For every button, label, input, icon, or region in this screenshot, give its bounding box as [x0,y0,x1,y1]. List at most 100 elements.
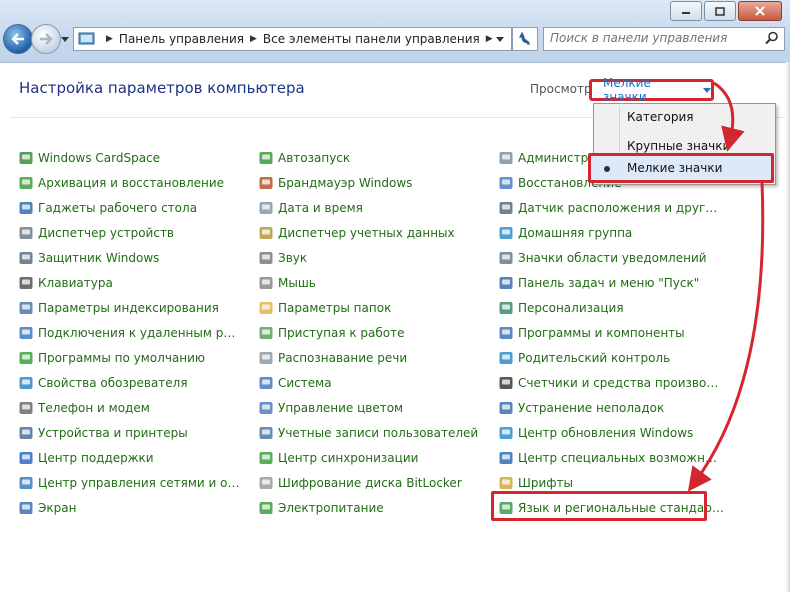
control-panel-item[interactable]: Параметры папок [258,295,480,320]
control-panel-item[interactable]: Дата и время [258,195,480,220]
control-panel-item[interactable]: Система [258,370,480,395]
control-panel-item[interactable]: Шифрование диска BitLocker [258,470,480,495]
control-panel-item[interactable]: Телефон и модем [18,395,240,420]
control-panel-item[interactable]: Диспетчер учетных данных [258,220,480,245]
autoplay-icon [258,150,274,166]
control-panel-item-label: Подключения к удаленным рабоч... [38,325,240,340]
control-panel-item-label: Устранение неполадок [518,400,665,415]
control-panel-item-label: Приступая к работе [278,325,405,340]
taskbar-icon [498,275,514,291]
control-panel-item-label: Свойства обозревателя [38,375,188,390]
address-dropdown-icon[interactable] [495,34,505,44]
control-panel-item[interactable]: Звук [258,245,480,270]
control-panel-item[interactable]: Домашняя группа [498,220,724,245]
control-panel-item-label: Автозапуск [278,150,351,165]
control-panel-item[interactable]: Центр поддержки [18,445,240,470]
control-panel-item-label: Центр синхронизации [278,450,419,465]
control-panel-item[interactable]: Электропитание [258,495,480,520]
address-bar[interactable]: ▶ Панель управления ▶ Все элементы панел… [73,27,512,51]
back-button[interactable] [3,24,33,54]
control-panel-item[interactable]: Центр обновления Windows [498,420,724,445]
users-icon [258,425,274,441]
breadcrumb-separator[interactable]: ▶ [250,34,257,44]
control-panel-item[interactable]: Устранение неполадок [498,395,724,420]
page-title: Настройка параметров компьютера [19,79,305,97]
control-panel-item-label: Архивация и восстановление [38,175,225,190]
personalization-icon [498,300,514,316]
highlight-box [491,491,707,521]
homegroup-icon [498,225,514,241]
control-panel-item[interactable]: Программы по умолчанию [18,345,240,370]
control-panel-item[interactable]: Диспетчер устройств [18,220,240,245]
control-panel-item[interactable]: Экран [18,495,240,520]
control-panel-item[interactable]: Программы и компоненты [498,320,724,345]
history-dropdown-icon[interactable] [60,34,70,44]
control-panel-item-label: Шифрование диска BitLocker [278,475,462,490]
menu-item-category[interactable]: Категория [627,110,694,124]
indexing-icon [18,300,34,316]
recovery-icon [498,175,514,191]
control-panel-item[interactable]: Брандмауэр Windows [258,170,480,195]
control-panel-item[interactable]: Гаджеты рабочего стола [18,195,240,220]
sensor-icon [498,200,514,216]
control-panel-item[interactable]: Распознавание речи [258,345,480,370]
control-panel-item[interactable]: Мышь [258,270,480,295]
control-panel-item[interactable]: Архивация и восстановление [18,170,240,195]
breadcrumb-all-items[interactable]: Все элементы панели управления [263,32,480,46]
control-panel-item-label: Защитник Windows [38,250,160,265]
control-panel-item[interactable]: Панель задач и меню "Пуск" [498,270,724,295]
control-panel-item[interactable]: Персонализация [498,295,724,320]
control-panel-item[interactable]: Центр синхронизации [258,445,480,470]
window-border [786,62,790,592]
items-column-3: Администрирование Восстановление Датчик ра… [498,145,724,520]
control-panel-item[interactable]: Управление цветом [258,395,480,420]
search-box[interactable] [543,27,785,51]
control-panel-item[interactable]: Устройства и принтеры [18,420,240,445]
control-panel-item-label: Значки области уведомлений [518,250,707,265]
datetime-icon [258,200,274,216]
forward-button[interactable] [31,24,61,54]
control-panel-item[interactable]: Клавиатура [18,270,240,295]
search-input[interactable] [544,28,755,48]
control-panel-item[interactable]: Windows CardSpace [18,145,240,170]
breadcrumb-separator[interactable]: ▶ [106,34,113,44]
control-panel-item[interactable]: Автозапуск [258,145,480,170]
control-panel-item[interactable]: Значки области уведомлений [498,245,724,270]
mouse-icon [258,275,274,291]
menu-item-small-icons[interactable]: Мелкие значки [588,153,774,183]
close-button[interactable] [738,1,782,21]
control-panel-item[interactable]: Приступая к работе [258,320,480,345]
control-panel-item[interactable]: Параметры индексирования [18,295,240,320]
phone-modem-icon [18,400,34,416]
control-panel-item[interactable]: Центр управления сетями и общи... [18,470,240,495]
search-icon[interactable] [765,31,779,45]
control-panel-item[interactable]: Центр специальных возможностей [498,445,724,470]
view-by-dropdown[interactable]: Мелкие значки [589,76,714,104]
control-panel-item[interactable]: Защитник Windows [18,245,240,270]
control-panel-item[interactable]: Родительский контроль [498,345,724,370]
refresh-button[interactable] [512,27,538,51]
action-center-flag-icon [18,450,34,466]
radio-bullet-icon [604,166,610,172]
device-manager-icon [18,225,34,241]
minimize-button[interactable] [670,1,702,21]
control-panel-item[interactable]: Счетчики и средства производител... [498,370,724,395]
parental-icon [498,350,514,366]
control-panel-item-label: Центр управления сетями и общи... [38,475,240,490]
view-by-label: Просмотр: [530,82,596,96]
control-panel-item[interactable]: Датчик расположения и другие дат... [498,195,724,220]
maximize-button[interactable] [704,1,736,21]
control-panel-item[interactable]: Подключения к удаленным рабоч... [18,320,240,345]
folder-options-icon [258,300,274,316]
system-icon [258,375,274,391]
control-panel-item-label: Windows CardSpace [38,150,161,165]
control-panel-item[interactable]: Учетные записи пользователей [258,420,480,445]
control-panel-item[interactable]: Свойства обозревателя [18,370,240,395]
menu-item-large-icons[interactable]: Крупные значки [627,139,730,153]
defender-icon [18,250,34,266]
control-panel-item-label: Учетные записи пользователей [278,425,479,440]
breadcrumb-control-panel[interactable]: Панель управления [119,32,244,46]
title-bar: ▶ Панель управления ▶ Все элементы панел… [0,0,790,63]
control-panel-item-label: Панель задач и меню "Пуск" [518,275,700,290]
breadcrumb-separator[interactable]: ▶ [486,34,493,44]
